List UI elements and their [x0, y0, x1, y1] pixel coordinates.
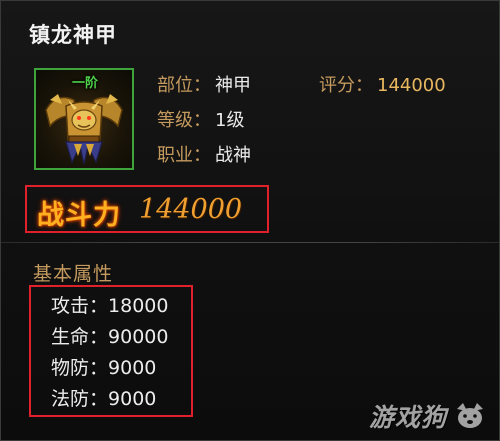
- attr-value: 90000: [108, 326, 169, 348]
- attr-row-hp: 生命：90000: [51, 326, 169, 348]
- attr-label: 攻击: [51, 295, 90, 317]
- combat-power-value: 144000: [139, 194, 243, 225]
- item-tooltip-panel: 镇龙神甲 一阶 部位： 神甲 评分： 144000 等级： 1级 职业： 战神 …: [0, 0, 500, 441]
- combat-power-highlight: 战斗力 144000: [25, 185, 269, 233]
- dog-logo-icon: [457, 403, 483, 428]
- score-value: 144000: [377, 75, 446, 96]
- attr-row-magic-defense: 法防：9000: [51, 388, 157, 410]
- class-row: 职业： 战神: [157, 141, 251, 167]
- attr-row-attack: 攻击：18000: [51, 295, 169, 317]
- item-icon-slot[interactable]: 一阶: [34, 68, 134, 170]
- slot-row: 部位： 神甲: [157, 71, 251, 97]
- score-row: 评分： 144000: [319, 71, 446, 97]
- attr-label: 物防: [51, 357, 90, 379]
- class-label: 职业：: [157, 145, 211, 166]
- attr-value: 18000: [108, 295, 169, 317]
- watermark: 游戏狗: [369, 398, 487, 434]
- attr-value: 9000: [108, 388, 157, 410]
- section-divider: [1, 242, 499, 243]
- score-label: 评分：: [319, 75, 373, 96]
- attr-value: 9000: [108, 357, 157, 379]
- attr-label: 生命: [51, 326, 90, 348]
- grade-badge: 一阶: [72, 76, 99, 91]
- watermark-text: 游戏狗: [368, 403, 447, 432]
- level-label: 等级：: [157, 110, 211, 131]
- level-value: 1级: [215, 110, 245, 131]
- basic-attributes-highlight: 攻击：18000 生命：90000 物防：9000 法防：9000: [29, 285, 193, 417]
- attr-row-physical-defense: 物防：9000: [51, 357, 157, 379]
- slot-label: 部位：: [157, 75, 211, 96]
- combat-power-label: 战斗力: [37, 200, 121, 231]
- attr-label: 法防: [51, 388, 90, 410]
- level-row: 等级： 1级: [157, 106, 244, 132]
- basic-attributes-title: 基本属性: [33, 263, 114, 285]
- class-value: 战神: [215, 145, 251, 166]
- slot-value: 神甲: [215, 75, 251, 96]
- item-name: 镇龙神甲: [29, 23, 117, 47]
